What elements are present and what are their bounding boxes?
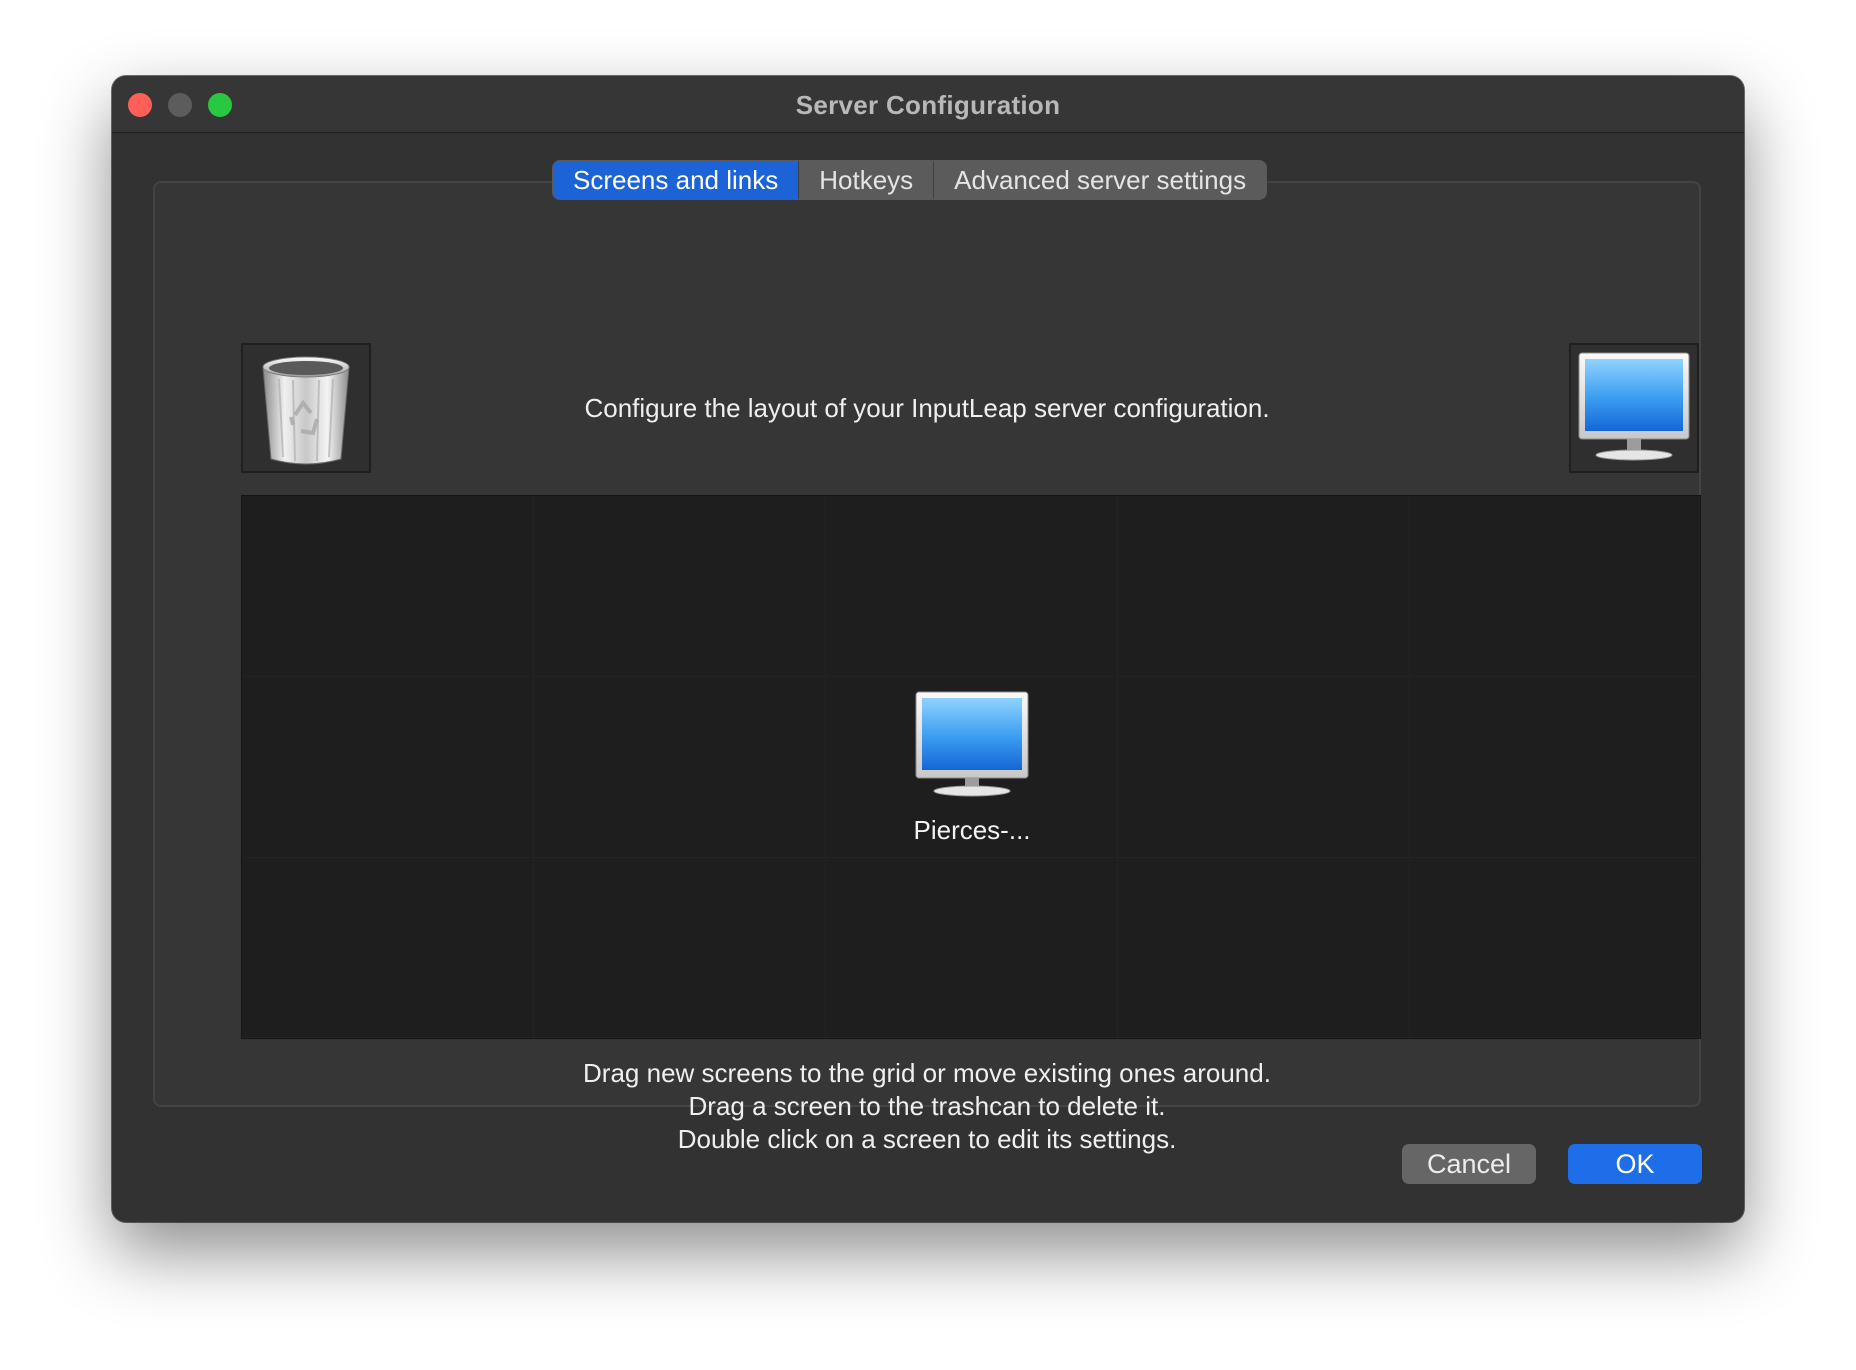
screen-layout-grid[interactable]: Pierces-...: [241, 495, 1701, 1039]
screens-and-links-panel: Configure the layout of your InputLeap s…: [153, 181, 1701, 1154]
layout-instruction: Configure the layout of your InputLeap s…: [584, 393, 1270, 423]
monitor-icon[interactable]: [1569, 343, 1699, 473]
tab-screens-and-links[interactable]: Screens and links: [553, 161, 799, 199]
cancel-button[interactable]: Cancel: [1402, 1144, 1536, 1184]
help-text: Drag new screens to the grid or move exi…: [155, 1057, 1699, 1156]
screen-item[interactable]: Pierces-...: [912, 688, 1032, 846]
title-bar[interactable]: Server Configuration: [112, 76, 1744, 133]
ok-button[interactable]: OK: [1568, 1144, 1702, 1184]
tab-advanced-server-settings[interactable]: Advanced server settings: [933, 161, 1266, 199]
help-line: Drag new screens to the grid or move exi…: [583, 1058, 1271, 1088]
help-line: Drag a screen to the trashcan to delete …: [688, 1091, 1166, 1121]
tab-bar: Screens and links Hotkeys Advanced serve…: [552, 160, 1268, 200]
server-configuration-window: Server Configuration Screens and links H…: [112, 76, 1744, 1222]
window-title: Server Configuration: [795, 90, 1061, 120]
monitor-icon: [915, 691, 1029, 797]
tab-hotkeys[interactable]: Hotkeys: [798, 161, 933, 199]
screen-name-label: Pierces-...: [913, 815, 1031, 845]
